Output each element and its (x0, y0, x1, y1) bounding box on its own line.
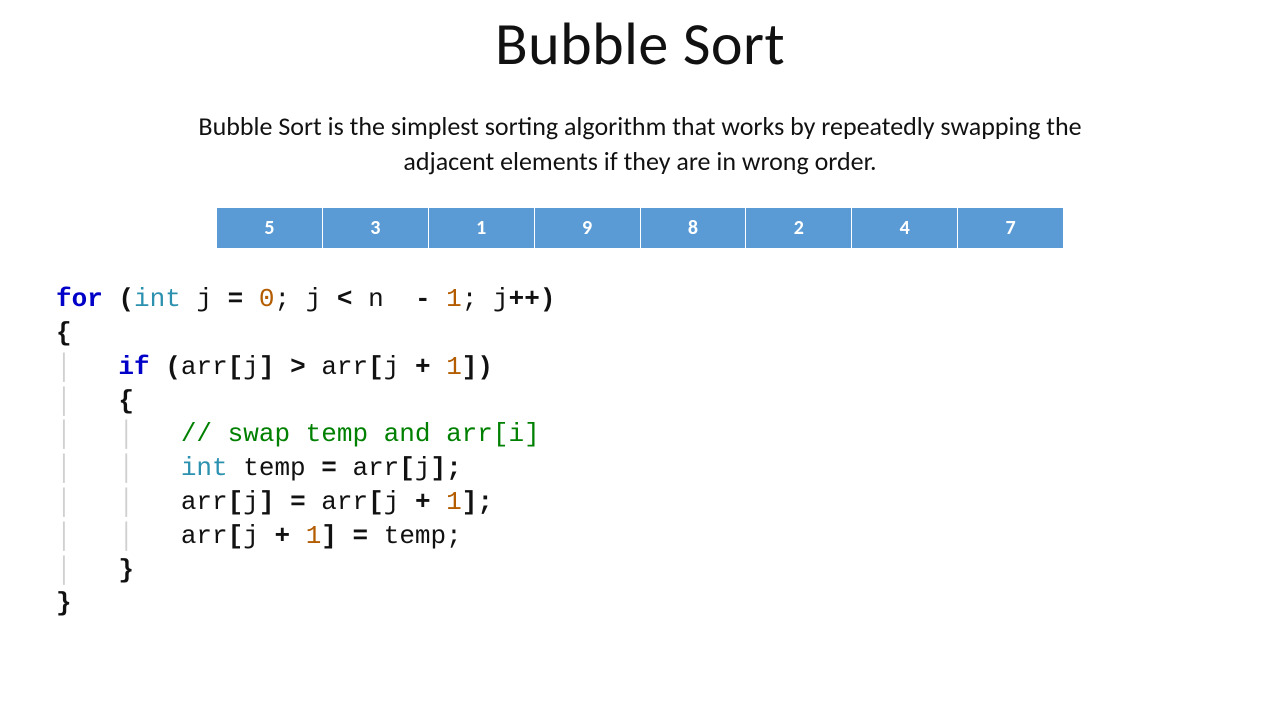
array-row: 5 3 1 9 8 2 4 7 (217, 208, 1064, 249)
indent-guide: │ (56, 352, 118, 382)
code-op: - (415, 284, 431, 314)
code-text: arr (181, 487, 228, 517)
array-cell: 1 (428, 208, 534, 249)
code-punct: ]) (462, 352, 493, 382)
code-punct: [ (399, 453, 415, 483)
code-number: 0 (259, 284, 275, 314)
slide-title: Bubble Sort (0, 8, 1280, 81)
code-number: 1 (431, 284, 462, 314)
code-punct: ] (259, 352, 290, 382)
indent-guide: │ │ (56, 521, 181, 551)
array-cell: 9 (534, 208, 640, 249)
code-punct: ]; (431, 453, 462, 483)
code-number: 1 (446, 352, 462, 382)
indent-guide: │ │ (56, 487, 181, 517)
code-punct: [ (228, 521, 244, 551)
code-keyword-for: for (56, 284, 103, 314)
array-cell: 8 (640, 208, 746, 249)
code-comment: // swap temp and arr[i] (181, 419, 540, 449)
code-punct: [ (228, 352, 244, 382)
code-op: = (321, 453, 337, 483)
code-punct: ( (103, 284, 134, 314)
indent-guide: │ │ (56, 453, 181, 483)
code-brace: { (118, 386, 134, 416)
code-text: temp; (368, 521, 462, 551)
code-op: + (274, 521, 305, 551)
code-text: arr (181, 352, 228, 382)
code-text: arr (181, 521, 228, 551)
code-punct: ] (321, 521, 352, 551)
code-op: > (290, 352, 306, 382)
code-op: < (337, 284, 353, 314)
code-text: arr (306, 487, 368, 517)
code-op: = (353, 521, 369, 551)
code-punct: ]; (462, 487, 493, 517)
array-cell: 2 (746, 208, 852, 249)
code-punct: ( (150, 352, 181, 382)
code-text: j (415, 453, 431, 483)
code-punct: [ (368, 352, 384, 382)
code-punct: [ (368, 487, 384, 517)
array-table: 5 3 1 9 8 2 4 7 (216, 207, 1064, 249)
code-text: ; (274, 284, 305, 314)
slide-description: Bubble Sort is the simplest sorting algo… (160, 109, 1120, 179)
code-op: = (290, 487, 306, 517)
array-cell: 5 (217, 208, 323, 249)
code-op: = (228, 284, 259, 314)
array-cell: 7 (958, 208, 1064, 249)
code-text: j (181, 284, 228, 314)
array-cell: 3 (322, 208, 428, 249)
indent-guide: │ (56, 555, 118, 585)
indent-guide: │ (56, 386, 118, 416)
code-text: n (353, 284, 415, 314)
code-text: temp (228, 453, 322, 483)
code-type-int: int (134, 284, 181, 314)
code-brace: } (56, 588, 72, 618)
code-text: ; (462, 284, 493, 314)
code-text: j (243, 352, 259, 382)
array-cell: 4 (852, 208, 958, 249)
code-text: j (384, 352, 415, 382)
slide: Bubble Sort Bubble Sort is the simplest … (0, 0, 1280, 720)
code-op: ++) (509, 284, 556, 314)
code-block: for (int j = 0; j < n - 1; j++) { │ if (… (56, 283, 1280, 621)
code-number: 1 (306, 521, 322, 551)
code-type-int: int (181, 453, 228, 483)
code-op: + (415, 487, 446, 517)
code-text: j (243, 487, 259, 517)
code-text: arr (306, 352, 368, 382)
code-brace: } (118, 555, 134, 585)
code-punct: [ (228, 487, 244, 517)
code-op: + (415, 352, 446, 382)
indent-guide: │ │ (56, 419, 181, 449)
code-text: j (384, 487, 415, 517)
code-text: j (243, 521, 274, 551)
code-keyword-if: if (118, 352, 149, 382)
code-text: arr (337, 453, 399, 483)
code-brace: { (56, 318, 72, 348)
code-number: 1 (446, 487, 462, 517)
code-text: j (306, 284, 337, 314)
code-text: j (493, 284, 509, 314)
code-punct: ] (259, 487, 290, 517)
